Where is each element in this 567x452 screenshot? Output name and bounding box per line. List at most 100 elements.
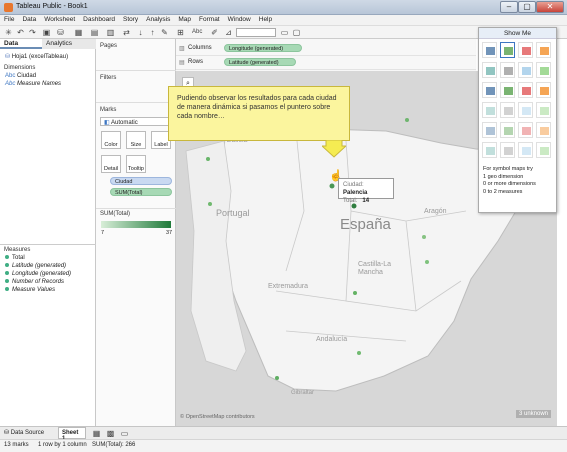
menu-analysis[interactable]: Analysis bbox=[142, 15, 174, 23]
menu-window[interactable]: Window bbox=[224, 15, 255, 23]
mark-type-value: Automatic bbox=[111, 120, 138, 126]
datasource-icon[interactable]: ⛁ bbox=[56, 28, 65, 37]
show-me-header[interactable]: Show Me bbox=[479, 28, 556, 39]
chart-type-icon[interactable] bbox=[500, 142, 515, 158]
pill-sum-total[interactable]: SUM(Total) bbox=[110, 188, 172, 196]
chart-type-glyph bbox=[522, 147, 531, 155]
menu-data[interactable]: Data bbox=[18, 15, 40, 23]
menu-worksheet[interactable]: Worksheet bbox=[40, 15, 79, 23]
chart-type-icon[interactable] bbox=[518, 82, 533, 98]
mark-type-select[interactable]: ◧ Automatic bbox=[100, 117, 172, 126]
chart-type-icon[interactable] bbox=[482, 42, 497, 58]
minimize-button[interactable]: – bbox=[500, 1, 518, 13]
tooltip-button[interactable]: Tooltip bbox=[126, 155, 146, 173]
city-point[interactable] bbox=[353, 291, 357, 295]
chart-type-icon[interactable] bbox=[482, 82, 497, 98]
chart-type-icon[interactable] bbox=[518, 42, 533, 58]
chart-type-icon[interactable] bbox=[482, 102, 497, 118]
highlight-icon[interactable]: ✎ bbox=[160, 28, 169, 37]
city-point[interactable] bbox=[425, 260, 429, 264]
chart-type-icon[interactable] bbox=[536, 42, 551, 58]
columns-pill[interactable]: Longitude (generated) bbox=[224, 44, 302, 52]
menu-help[interactable]: Help bbox=[255, 15, 276, 23]
tooltip-icon[interactable]: ▭ bbox=[280, 28, 289, 37]
close-button[interactable]: ✕ bbox=[536, 1, 564, 13]
chart-type-icon[interactable] bbox=[500, 82, 515, 98]
menu-story[interactable]: Story bbox=[119, 15, 142, 23]
group-icon[interactable]: ⊞ bbox=[176, 28, 185, 37]
field-ciudad[interactable]: Abc Ciudad bbox=[5, 73, 36, 79]
menu-format[interactable]: Format bbox=[195, 15, 224, 23]
save-icon[interactable]: ▣ bbox=[42, 28, 51, 37]
sheet-tab[interactable]: Sheet 1 bbox=[58, 427, 86, 442]
field-measure-values[interactable]: Measure Values bbox=[5, 287, 55, 293]
duplicate-icon[interactable]: ▤ bbox=[90, 28, 99, 37]
fix-axes-icon[interactable]: ⊿ bbox=[224, 28, 233, 37]
menu-file[interactable]: File bbox=[0, 15, 18, 23]
chart-type-icon[interactable] bbox=[500, 42, 515, 58]
city-point[interactable] bbox=[206, 157, 210, 161]
sort-desc-icon[interactable]: ↑ bbox=[148, 28, 157, 37]
chart-type-icon[interactable] bbox=[518, 102, 533, 118]
chart-type-icon[interactable] bbox=[536, 82, 551, 98]
field-latitude[interactable]: Latitude (generated) bbox=[5, 263, 66, 269]
fit-select[interactable] bbox=[236, 28, 276, 37]
menu-dashboard[interactable]: Dashboard bbox=[79, 15, 119, 23]
color-button[interactable]: Color bbox=[101, 131, 121, 149]
sort-asc-icon[interactable]: ↓ bbox=[136, 28, 145, 37]
field-measure-names[interactable]: Abc Measure Names bbox=[5, 81, 61, 87]
city-point[interactable] bbox=[275, 376, 279, 380]
chart-type-icon[interactable] bbox=[518, 122, 533, 138]
city-point[interactable] bbox=[329, 183, 335, 189]
datasource-item[interactable]: ⛁ Hoja1 (excelTableau) bbox=[5, 53, 68, 60]
chart-type-icon[interactable] bbox=[500, 102, 515, 118]
field-longitude[interactable]: Longitude (generated) bbox=[5, 271, 71, 277]
city-point[interactable] bbox=[405, 118, 409, 122]
rows-pill[interactable]: Latitude (generated) bbox=[224, 58, 296, 66]
undo-icon[interactable]: ↶ bbox=[16, 28, 25, 37]
maximize-button[interactable]: ▢ bbox=[518, 1, 536, 13]
pin-icon[interactable]: ✐ bbox=[210, 28, 219, 37]
pages-card[interactable]: Pages bbox=[96, 39, 176, 71]
swap-icon[interactable]: ⇄ bbox=[122, 28, 131, 37]
new-dashboard-icon[interactable]: ▩ bbox=[106, 429, 115, 438]
detail-button[interactable]: Detail bbox=[101, 155, 121, 173]
tab-analytics[interactable]: Analytics bbox=[42, 39, 96, 49]
marks-header: Marks bbox=[100, 107, 117, 113]
city-point[interactable] bbox=[422, 235, 426, 239]
tab-data[interactable]: Data bbox=[0, 39, 42, 49]
field-total[interactable]: Total bbox=[5, 255, 25, 261]
chart-type-icon[interactable] bbox=[482, 62, 497, 78]
datasource-tab[interactable]: ⛁ Data Source bbox=[4, 429, 44, 436]
redo-icon[interactable]: ↷ bbox=[28, 28, 37, 37]
chart-type-icon[interactable] bbox=[482, 122, 497, 138]
rows-shelf[interactable]: ▤ Rows Latitude (generated) bbox=[176, 56, 476, 70]
chart-type-icon[interactable] bbox=[482, 142, 497, 158]
new-sheet-tab-icon[interactable]: ▦ bbox=[92, 429, 101, 438]
mark-tooltip: Ciudad: Palencia Total: 14 bbox=[338, 178, 394, 204]
chart-type-icon[interactable] bbox=[536, 62, 551, 78]
presentation-icon[interactable]: ▢ bbox=[292, 28, 301, 37]
clear-icon[interactable]: ▥ bbox=[106, 28, 115, 37]
pill-ciudad[interactable]: Ciudad bbox=[110, 177, 172, 185]
size-button[interactable]: Size bbox=[126, 131, 146, 149]
legend-max: 37 bbox=[166, 230, 173, 236]
city-point[interactable] bbox=[357, 351, 361, 355]
new-story-icon[interactable]: ▭ bbox=[120, 429, 129, 438]
chart-type-icon[interactable] bbox=[518, 142, 533, 158]
chart-type-icon[interactable] bbox=[518, 62, 533, 78]
tableau-icon[interactable]: ✳ bbox=[4, 28, 13, 37]
city-point[interactable] bbox=[208, 202, 212, 206]
chart-type-icon[interactable] bbox=[500, 62, 515, 78]
new-sheet-icon[interactable]: ▦ bbox=[74, 28, 83, 37]
chart-type-icon[interactable] bbox=[536, 122, 551, 138]
chart-type-icon[interactable] bbox=[536, 142, 551, 158]
columns-shelf[interactable]: ▥ Columns Longitude (generated) bbox=[176, 42, 476, 56]
chart-type-icon[interactable] bbox=[536, 102, 551, 118]
filters-card[interactable]: Filters bbox=[96, 71, 176, 103]
menu-map[interactable]: Map bbox=[174, 15, 195, 23]
label-icon[interactable]: Abc bbox=[192, 28, 202, 37]
unknown-indicator[interactable]: 3 unknown bbox=[516, 410, 552, 418]
chart-type-icon[interactable] bbox=[500, 122, 515, 138]
field-number-of-records[interactable]: Number of Records bbox=[5, 279, 64, 285]
